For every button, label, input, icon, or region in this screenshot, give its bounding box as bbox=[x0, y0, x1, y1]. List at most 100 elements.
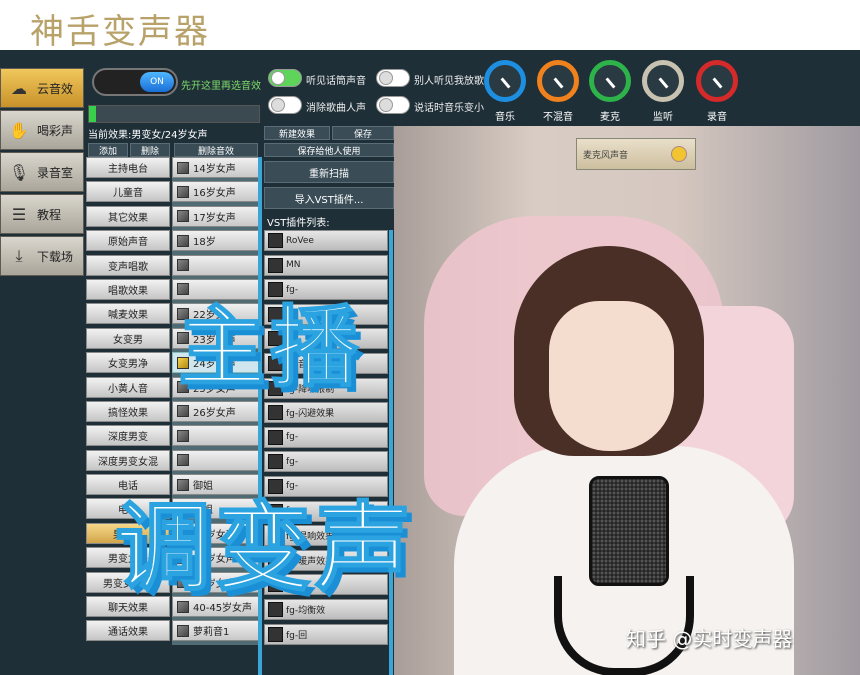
category-item[interactable]: 通话效果 bbox=[86, 620, 170, 642]
mic-widget-indicator bbox=[671, 146, 687, 162]
level-meter-fill bbox=[89, 106, 96, 122]
cube-icon bbox=[177, 161, 189, 174]
switch-3[interactable] bbox=[376, 96, 410, 114]
cube-icon bbox=[177, 234, 189, 247]
power-hint: 先开这里再选音效 bbox=[181, 81, 261, 92]
switch-label: 说话时音乐变小 bbox=[414, 103, 484, 114]
current-effect-label: 当前效果:男变女/24岁女声 bbox=[88, 130, 208, 141]
knob-dial-icon bbox=[589, 60, 631, 102]
voice-item[interactable] bbox=[172, 449, 260, 471]
voice-item-label: 26岁女声 bbox=[193, 407, 236, 419]
category-item[interactable]: 原始声音 bbox=[86, 230, 170, 252]
category-item[interactable]: 深度男变 bbox=[86, 425, 170, 447]
cube-icon bbox=[177, 429, 189, 442]
voice-item-label: 16岁女声 bbox=[193, 188, 236, 200]
switch-0[interactable] bbox=[268, 69, 302, 87]
knob-label: 麦克 bbox=[600, 112, 620, 123]
new-effect-button[interactable]: 新建效果 bbox=[264, 126, 330, 140]
switch-label: 别人听见我放歌 bbox=[414, 76, 484, 87]
vst-plugin-label: RoVee bbox=[286, 235, 314, 246]
sidebar-item-3[interactable]: ☰ 教程 bbox=[0, 194, 84, 234]
sidebar-item-4[interactable]: ⤓ 下载场 bbox=[0, 236, 84, 276]
voice-item[interactable]: 17岁女声 bbox=[172, 205, 260, 227]
save-share-button[interactable]: 保存给他人使用 bbox=[264, 143, 394, 157]
vst-list-label: VST插件列表: bbox=[267, 218, 330, 229]
voice-item-label: 17岁女声 bbox=[193, 212, 236, 224]
knob-dial-icon bbox=[537, 60, 579, 102]
microphone-icon: 🎙 bbox=[8, 162, 30, 182]
knob-dial-icon bbox=[696, 60, 738, 102]
vst-plugin-item[interactable]: fg- bbox=[264, 426, 388, 448]
vst-plugin-item[interactable]: fg-回 bbox=[264, 623, 388, 645]
cloud-icon: ☁ bbox=[11, 78, 27, 98]
category-item[interactable]: 唱歌效果 bbox=[86, 278, 170, 300]
sidebar-item-label: 下载场 bbox=[37, 249, 74, 264]
knob-label: 不混音 bbox=[543, 112, 573, 123]
voice-item[interactable]: 16岁女声 bbox=[172, 181, 260, 203]
vst-plugin-label: fg- bbox=[286, 456, 299, 467]
knob-4[interactable]: 录音 bbox=[694, 60, 740, 123]
voice-item[interactable] bbox=[172, 425, 260, 447]
knob-2[interactable]: 麦克 bbox=[587, 60, 633, 123]
category-item[interactable]: 其它效果 bbox=[86, 205, 170, 227]
clap-icon: ✋ bbox=[9, 120, 29, 140]
knob-dial-icon bbox=[642, 60, 684, 102]
plugin-icon bbox=[268, 429, 283, 445]
category-item[interactable]: 喊麦效果 bbox=[86, 303, 170, 325]
vst-plugin-label: fg- bbox=[286, 432, 299, 443]
vst-plugin-item[interactable]: fg-闪避效果 bbox=[264, 402, 388, 424]
switch-1[interactable] bbox=[268, 96, 302, 114]
voice-item[interactable] bbox=[172, 254, 260, 276]
mic-volume-widget[interactable]: 麦克风声音 bbox=[576, 138, 696, 170]
power-toggle[interactable]: ON bbox=[92, 68, 178, 96]
photo-person-face bbox=[549, 301, 674, 451]
sidebar-item-label: 喝彩声 bbox=[37, 123, 74, 138]
tutorial-icon: ☰ bbox=[11, 204, 27, 224]
delete-effect-button[interactable]: 删除音效 bbox=[174, 143, 258, 157]
streamer-photo: 麦克风声音 bbox=[394, 126, 860, 675]
voice-item[interactable]: 18岁 bbox=[172, 230, 260, 252]
sidebar-item-2[interactable]: 🎙 录音室 bbox=[0, 152, 84, 192]
category-item[interactable]: 变声唱歌 bbox=[86, 254, 170, 276]
voice-item-label: 18岁 bbox=[193, 237, 216, 249]
voice-item[interactable]: 萝莉音1 bbox=[172, 620, 260, 642]
vst-plugin-item[interactable]: RoVee bbox=[264, 230, 388, 251]
delete-button[interactable]: 删除 bbox=[130, 143, 170, 157]
category-item[interactable]: 深度男变女混 bbox=[86, 449, 170, 471]
photo-microphone bbox=[589, 476, 669, 586]
switch-knob bbox=[271, 71, 285, 85]
switch-label: 消除歌曲人声 bbox=[306, 103, 366, 114]
category-item[interactable]: 儿童音 bbox=[86, 181, 170, 203]
voice-item[interactable]: 26岁女声 bbox=[172, 400, 260, 422]
rescan-button[interactable]: 重新扫描 bbox=[264, 161, 394, 183]
knob-0[interactable]: 音乐 bbox=[482, 60, 528, 123]
sidebar-item-label: 云音效 bbox=[37, 81, 74, 96]
category-item[interactable]: 搞怪效果 bbox=[86, 400, 170, 422]
add-button[interactable]: 添加 bbox=[88, 143, 128, 157]
vst-plugin-item[interactable]: MN bbox=[264, 254, 388, 276]
category-item[interactable]: 主持电台 bbox=[86, 157, 170, 178]
voice-item-label: 14岁女声 bbox=[193, 164, 236, 175]
switch-2[interactable] bbox=[376, 69, 410, 87]
category-item[interactable]: 女变男 bbox=[86, 327, 170, 349]
power-toggle-knob: ON bbox=[140, 72, 174, 92]
save-button[interactable]: 保存 bbox=[332, 126, 394, 140]
sidebar-item-1[interactable]: ✋ 喝彩声 bbox=[0, 110, 84, 150]
cube-icon bbox=[177, 405, 189, 418]
switch-knob bbox=[379, 98, 393, 112]
import-vst-button[interactable]: 导入VST插件... bbox=[264, 187, 394, 209]
category-item[interactable]: 小黄人音 bbox=[86, 376, 170, 398]
knob-label: 音乐 bbox=[495, 112, 515, 123]
knob-3[interactable]: 监听 bbox=[640, 60, 686, 123]
knob-1[interactable]: 不混音 bbox=[535, 60, 581, 123]
knob-label: 录音 bbox=[707, 112, 727, 123]
category-item[interactable]: 女变男净 bbox=[86, 352, 170, 374]
sidebar: ☁ 云音效 ✋ 喝彩声 🎙 录音室 ☰ 教程 ⤓ 下载场 bbox=[0, 68, 84, 338]
voice-item[interactable]: 14岁女声 bbox=[172, 157, 260, 178]
app-title: 神舌变声器 bbox=[30, 12, 210, 52]
knob-label: 监听 bbox=[653, 112, 673, 123]
cube-icon bbox=[177, 185, 189, 198]
watermark: 知乎 @实时变声器 bbox=[626, 627, 793, 651]
cube-icon bbox=[177, 624, 189, 637]
sidebar-item-0[interactable]: ☁ 云音效 bbox=[0, 68, 84, 108]
